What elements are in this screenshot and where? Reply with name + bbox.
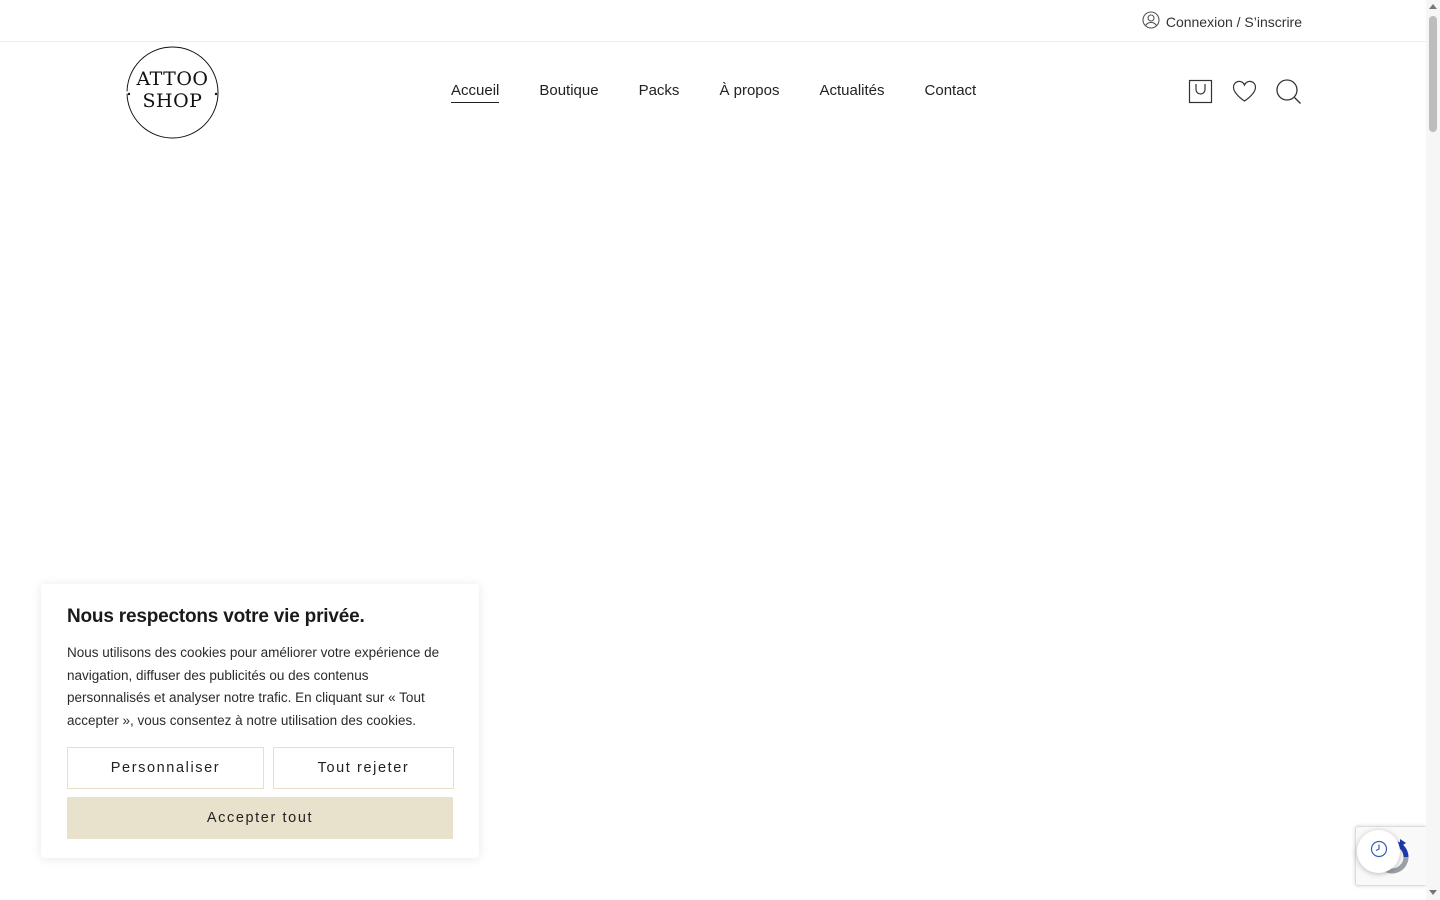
history-button[interactable] [1357, 830, 1400, 873]
clock-icon [1370, 840, 1388, 863]
logo-line-1: ATTOO [136, 68, 209, 90]
cookie-title: Nous respectons votre vie privée. [67, 606, 365, 627]
nav-item-packs[interactable]: Packs [639, 82, 680, 102]
scroll-down-arrow[interactable] [1429, 890, 1437, 895]
accept-all-button[interactable]: Accepter tout [67, 797, 453, 839]
account-label: Connexion / S’inscrire [1165, 13, 1302, 30]
logo[interactable]: ATTOO SHOP [125, 46, 220, 139]
logo-text: ATTOO SHOP [125, 68, 220, 112]
scroll-thumb[interactable] [1429, 16, 1437, 132]
user-icon [1142, 11, 1160, 32]
nav-item-a-propos[interactable]: À propos [719, 82, 779, 102]
header-icons [1187, 78, 1302, 105]
site-header: ATTOO SHOP Accueil Boutique Packs À prop… [0, 42, 1426, 142]
main-nav: Accueil Boutique Packs À propos Actualit… [451, 82, 977, 103]
nav-item-accueil[interactable]: Accueil [451, 82, 500, 103]
logo-line-2: SHOP [142, 90, 203, 112]
cookie-button-row: Personnaliser Tout rejeter [67, 747, 454, 789]
nav-item-contact[interactable]: Contact [925, 82, 977, 102]
scrollbar[interactable] [1426, 0, 1440, 900]
heart-icon[interactable] [1231, 78, 1258, 105]
nav-item-boutique[interactable]: Boutique [539, 82, 598, 102]
scroll-up-arrow[interactable] [1429, 4, 1437, 9]
customize-button[interactable]: Personnaliser [67, 747, 264, 789]
cookie-banner: Nous respectons votre vie privée. Nous u… [41, 584, 479, 858]
reject-all-button[interactable]: Tout rejeter [273, 747, 454, 789]
account-link[interactable]: Connexion / S’inscrire [1142, 11, 1302, 32]
search-icon[interactable] [1275, 78, 1302, 105]
cookie-text: Nous utilisons des cookies pour améliore… [67, 645, 440, 729]
cart-icon[interactable] [1187, 78, 1214, 105]
nav-item-actualites[interactable]: Actualités [819, 82, 884, 102]
top-bar: Connexion / S’inscrire [0, 0, 1426, 42]
